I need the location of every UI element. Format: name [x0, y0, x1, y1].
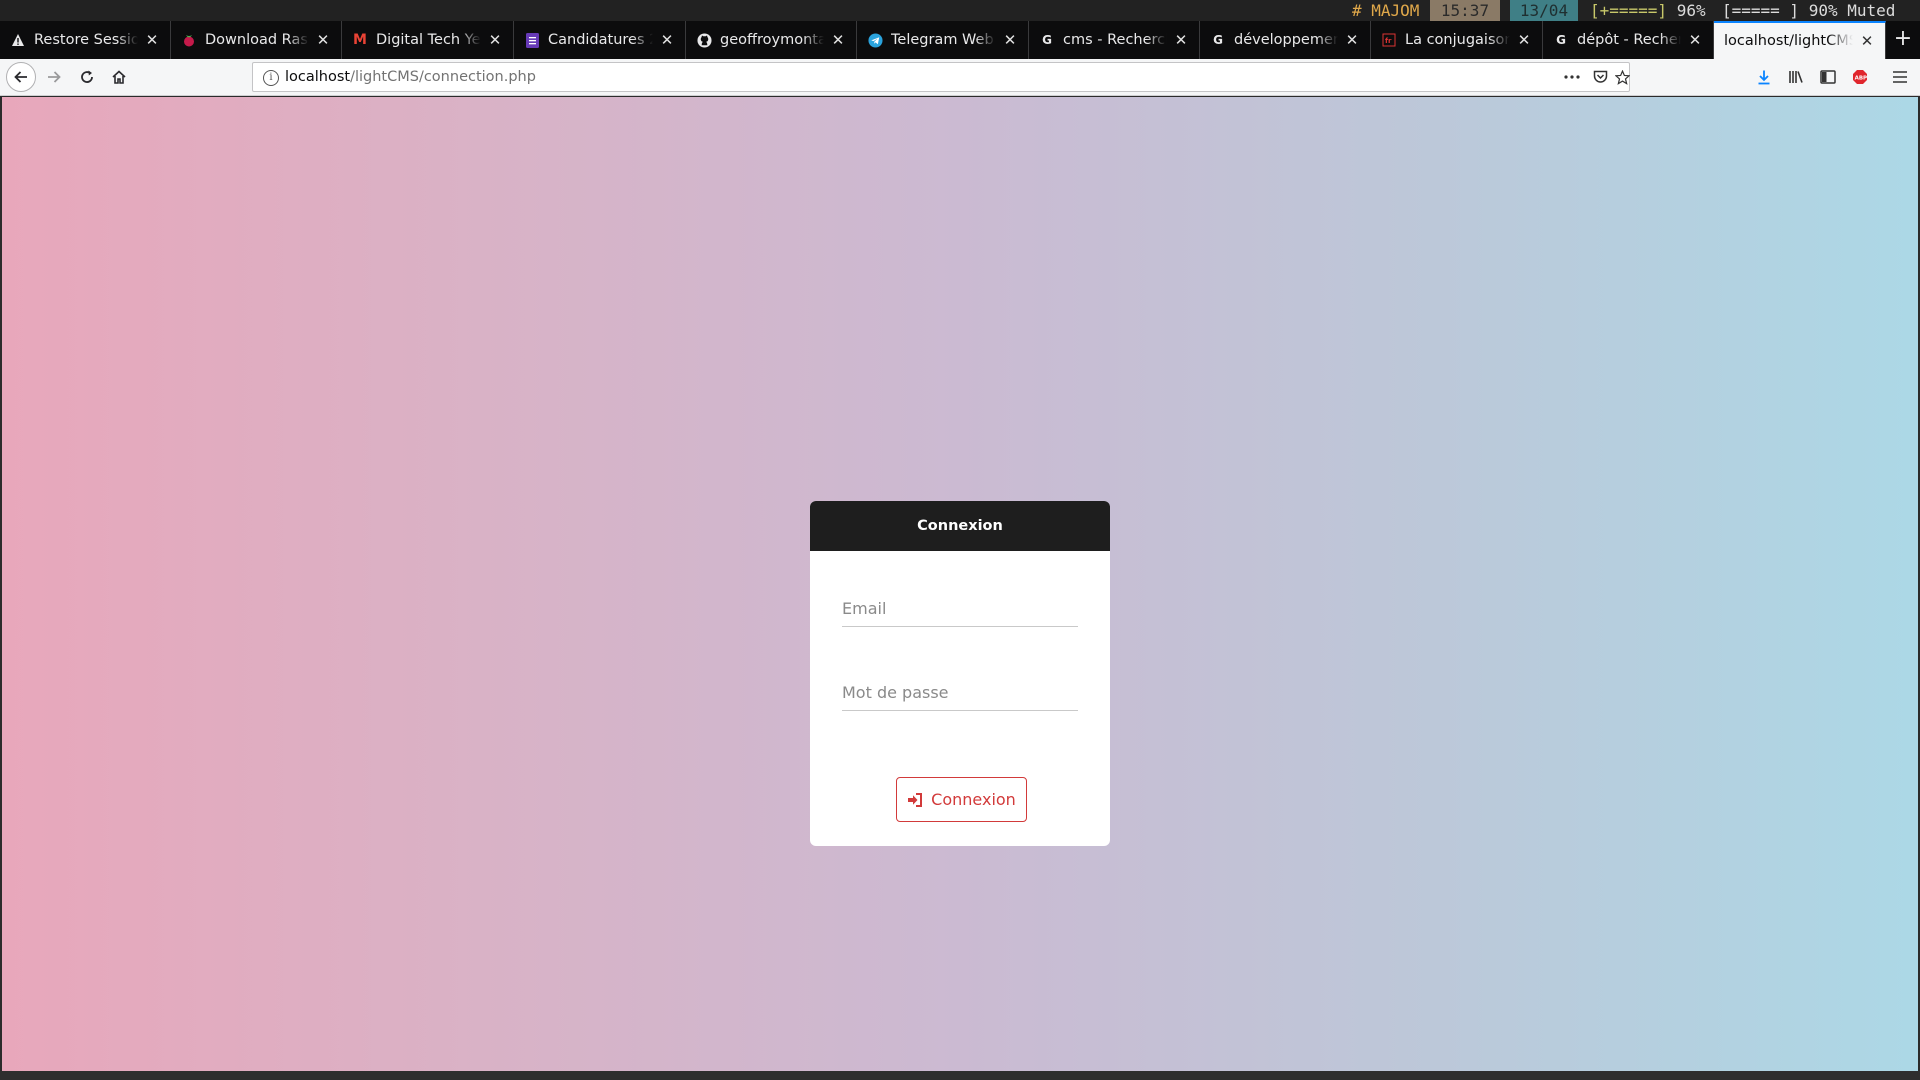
- forms-icon: [524, 32, 540, 48]
- volume-text: 90% Muted: [1808, 1, 1896, 20]
- volume-indicator: [===== ] 90% Muted: [1716, 0, 1901, 21]
- tab-title: Telegram Web: [891, 32, 994, 48]
- back-arrow-icon: [14, 71, 27, 83]
- login-submit-label: Connexion: [931, 790, 1016, 809]
- tab-download-raspberry[interactable]: Download Raspberry ✕: [171, 21, 342, 59]
- tab-telegram[interactable]: Telegram Web ✕: [857, 21, 1029, 59]
- download-arrow-icon: [1758, 70, 1770, 85]
- reload-button[interactable]: [73, 63, 101, 91]
- library-button[interactable]: [1782, 63, 1810, 91]
- site-info-icon[interactable]: i: [263, 70, 279, 86]
- tab-title: dépôt - Recherche: [1577, 32, 1681, 48]
- tab-github[interactable]: geoffroymontane ✕: [686, 21, 857, 59]
- hamburger-menu-icon: [1893, 71, 1907, 83]
- warning-icon: [10, 32, 26, 48]
- close-icon[interactable]: ✕: [1687, 31, 1703, 49]
- volume-bar: [===== ]: [1722, 1, 1800, 20]
- close-icon[interactable]: ✕: [1344, 31, 1360, 49]
- close-icon[interactable]: ✕: [487, 31, 503, 49]
- tab-candidatures[interactable]: Candidatures 20 ✕: [514, 21, 686, 59]
- page-actions-icon[interactable]: [1561, 67, 1583, 87]
- tab-title: localhost/lightCMS/: [1724, 33, 1853, 49]
- battery-percent: 96%: [1676, 1, 1706, 20]
- clock: 15:37: [1430, 0, 1500, 21]
- forward-arrow-icon: [48, 71, 61, 83]
- adblock-icon: ABP: [1853, 70, 1867, 84]
- downloads-button[interactable]: [1750, 63, 1778, 91]
- svg-text:ABP: ABP: [1855, 76, 1867, 82]
- tab-title: Candidatures 20: [548, 32, 653, 48]
- menu-button[interactable]: [1886, 63, 1914, 91]
- address-bar[interactable]: i localhost/lightCMS/connection.php: [252, 62, 1630, 92]
- browser-tab-strip: Restore Session ✕ Download Raspberry ✕ M…: [0, 21, 1920, 59]
- forward-button[interactable]: [40, 63, 68, 91]
- url-path: /lightCMS/connection.php: [350, 69, 536, 85]
- close-icon[interactable]: ✕: [659, 31, 675, 49]
- workspace-indicator[interactable]: # MAJOM: [1346, 0, 1425, 21]
- raspberry-icon: [181, 32, 197, 48]
- url-text[interactable]: localhost/lightCMS/connection.php: [285, 63, 536, 91]
- close-icon[interactable]: ✕: [830, 31, 846, 49]
- close-icon[interactable]: ✕: [1859, 32, 1875, 50]
- system-status-bar: # MAJOM 15:37 13/04 [+=====] 96% [===== …: [0, 0, 1920, 21]
- battery-indicator: [+=====] 96%: [1584, 0, 1712, 21]
- tab-title: geoffroymontane: [720, 32, 824, 48]
- bookmark-star-icon[interactable]: [1611, 67, 1633, 87]
- sidebar-button[interactable]: [1814, 63, 1842, 91]
- tab-cms-recherche[interactable]: G cms - Recherche ✕: [1029, 21, 1200, 59]
- tab-title: La conjugaison d: [1405, 32, 1510, 48]
- tab-title: Digital Tech Year: [376, 32, 481, 48]
- telegram-icon: [867, 32, 883, 48]
- login-card-header: Connexion: [810, 501, 1110, 551]
- email-field[interactable]: [842, 591, 1078, 627]
- library-icon: [1789, 71, 1803, 83]
- adblock-button[interactable]: ABP: [1846, 63, 1874, 91]
- close-icon[interactable]: ✕: [1002, 31, 1018, 49]
- tab-title: développement: [1234, 32, 1338, 48]
- login-submit-button[interactable]: Connexion: [896, 777, 1027, 822]
- gmail-icon: M: [353, 32, 367, 48]
- google-icon: G: [1213, 33, 1223, 47]
- conjugaison-icon: fr: [1381, 32, 1397, 48]
- google-icon: G: [1556, 33, 1566, 47]
- date: 13/04: [1510, 0, 1578, 21]
- window-bottom-border: [0, 1071, 1920, 1080]
- tab-title: Download Raspberry: [205, 32, 309, 48]
- tab-developpement[interactable]: G développement ✕: [1200, 21, 1371, 59]
- battery-bar: [+=====]: [1590, 1, 1668, 20]
- login-card: Connexion Connexion: [810, 501, 1110, 846]
- close-icon[interactable]: ✕: [1516, 31, 1532, 49]
- google-icon: G: [1042, 33, 1052, 47]
- tab-restore-session[interactable]: Restore Session ✕: [0, 21, 171, 59]
- url-host: localhost: [285, 69, 351, 85]
- tab-gmail[interactable]: M Digital Tech Year ✕: [342, 21, 514, 59]
- close-icon[interactable]: ✕: [144, 31, 160, 49]
- pocket-icon[interactable]: [1589, 67, 1611, 87]
- navigation-toolbar: i localhost/lightCMS/connection.php ABP: [0, 59, 1920, 96]
- password-field[interactable]: [842, 675, 1078, 711]
- new-tab-button[interactable]: +: [1886, 21, 1920, 59]
- home-icon: [112, 70, 126, 84]
- reload-icon: [81, 70, 93, 83]
- sidebar-icon: [1820, 70, 1836, 84]
- tab-title: cms - Recherche: [1063, 32, 1167, 48]
- back-button[interactable]: [6, 62, 36, 92]
- tab-depot-recherche[interactable]: G dépôt - Recherche ✕: [1543, 21, 1714, 59]
- close-icon[interactable]: ✕: [1173, 31, 1189, 49]
- sign-in-icon: [908, 792, 923, 807]
- close-icon[interactable]: ✕: [315, 31, 331, 49]
- tab-conjugaison[interactable]: fr La conjugaison d ✕: [1371, 21, 1543, 59]
- home-button[interactable]: [105, 63, 133, 91]
- tab-localhost-active[interactable]: localhost/lightCMS/ ✕: [1714, 21, 1886, 59]
- tab-title: Restore Session: [34, 32, 138, 48]
- github-icon: [696, 32, 712, 48]
- svg-text:fr: fr: [1385, 37, 1392, 45]
- page-viewport: Connexion Connexion: [2, 97, 1918, 1071]
